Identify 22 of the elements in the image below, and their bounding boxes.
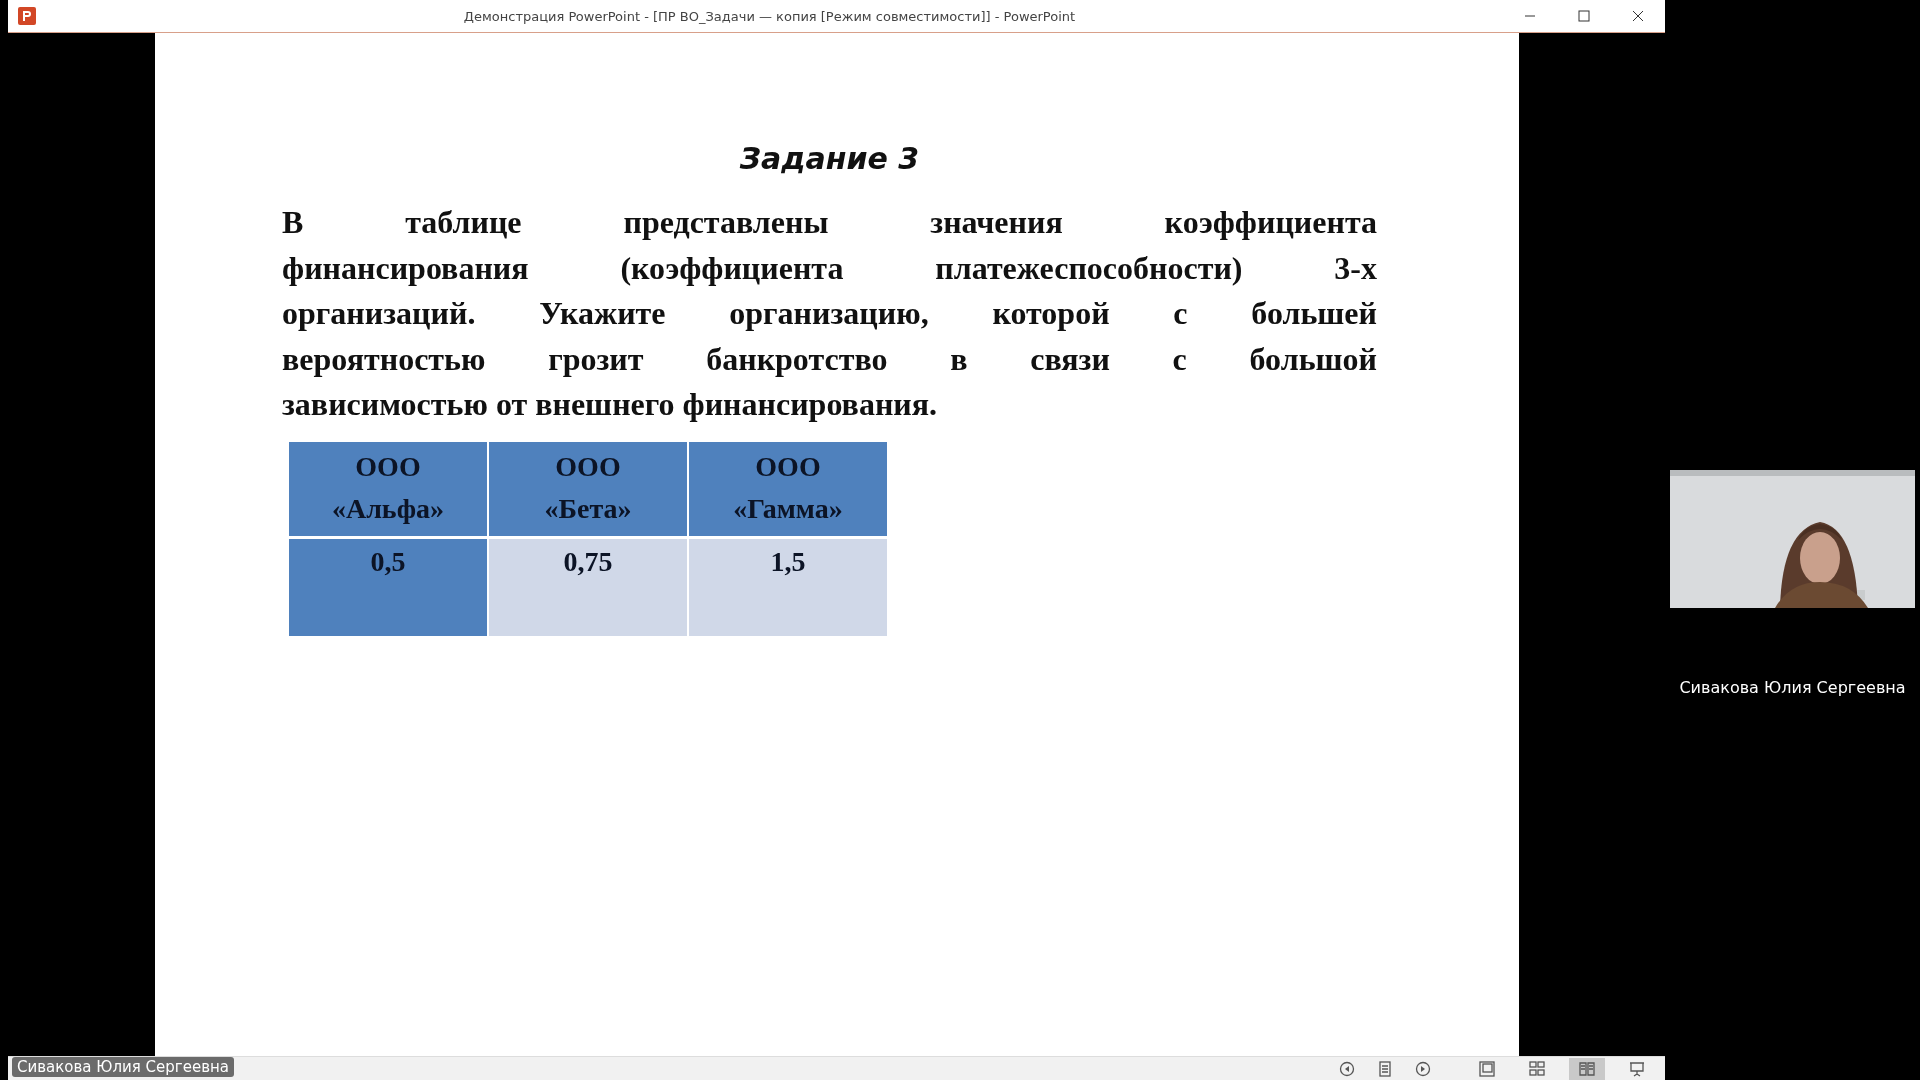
table-cell: 0,75 (489, 538, 687, 636)
table-cell: 0,5 (289, 538, 487, 636)
page-icon (1378, 1060, 1392, 1077)
table-header-cell: ООО «Гамма» (689, 441, 887, 536)
next-icon (1415, 1060, 1431, 1077)
window-title: Демонстрация PowerPoint - [ПР ВО_Задачи — копия [Режим совместимости]] - PowerPoint (462, 8, 1077, 24)
projector-screen-icon (1629, 1060, 1645, 1077)
previous-icon (1339, 1060, 1355, 1077)
grid-icon (1529, 1060, 1545, 1077)
presenter-name-label: Сивакова Юлия Сергеевна (12, 1057, 234, 1077)
normal-view-icon (1479, 1060, 1495, 1077)
table-header-cell: ООО «Альфа» (289, 441, 487, 536)
slide-title: Задание 3 (738, 141, 921, 176)
view-button[interactable] (1569, 1057, 1605, 1080)
task-text: В таблице представлены значения коэффициента финансирования (коэффициента платежеспособности) 3-х организаций. Укажите организацию, которой с большей вероятностью грозит банкротство в связи с большой зависимостью от внешнего финансирования. (282, 203, 1377, 424)
close-icon (1632, 10, 1644, 22)
maximize-icon (1578, 10, 1590, 22)
app-logo-icon (18, 7, 36, 25)
participant-name: Сивакова Юлия Сергеевна (1679, 678, 1906, 697)
table-header-cell: ООО «Бета» (489, 441, 687, 536)
book-icon (1579, 1060, 1595, 1077)
table-cell: 1,5 (689, 538, 887, 636)
